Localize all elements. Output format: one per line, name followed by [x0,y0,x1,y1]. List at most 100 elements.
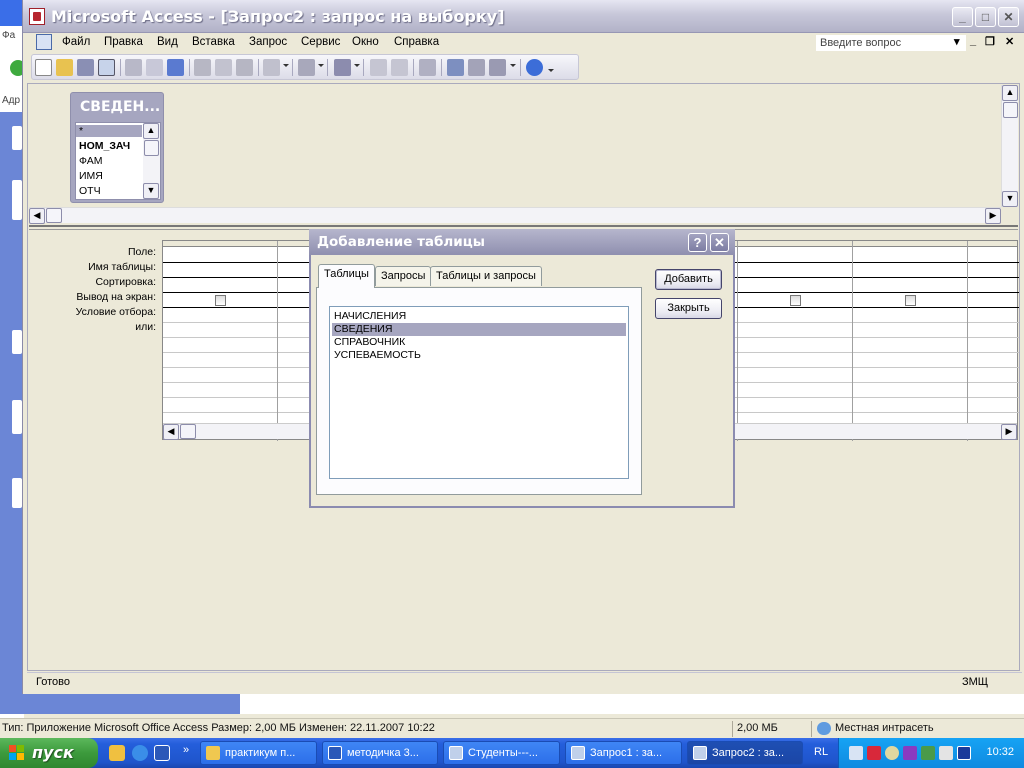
media-player-icon[interactable] [957,746,971,760]
task-button-active[interactable]: Запрос2 : за... [687,741,803,765]
explorer-file-menu-fragment[interactable]: Фа [2,30,15,41]
run-query-icon[interactable] [334,59,351,76]
help-icon[interactable] [526,59,543,76]
task-button[interactable]: методичка 3... [322,741,438,765]
dialog-help-button[interactable]: ? [688,233,707,252]
task-button[interactable]: Запрос1 : за... [565,741,682,765]
save-icon[interactable] [77,59,94,76]
minimize-button[interactable]: _ [952,7,973,27]
title-bar[interactable]: Microsoft Access - [Запрос2 : запрос на … [23,0,1024,33]
help-question-box[interactable]: Введите вопрос [816,35,966,51]
new-object-icon[interactable] [489,59,506,76]
tab-tables[interactable]: Таблицы [318,264,375,288]
print-icon[interactable] [125,59,142,76]
run-dropdown-icon[interactable] [354,64,360,67]
doc-minimize-button[interactable]: _ [970,35,976,47]
scroll-up-icon[interactable]: ▲ [143,123,159,139]
table-pane[interactable]: СВЕДЕН... * НОМ_ЗАЧ ФАМ ИМЯ ОТЧ ▲ ▼ ▲ ▼ … [29,85,1018,224]
table-item-nachisleniya[interactable]: НАЧИСЛЕНИЯ [332,310,626,323]
scroll-thumb[interactable] [180,424,196,439]
menu-file[interactable]: Файл [62,36,90,48]
add-button[interactable]: Добавить [655,269,722,290]
table-list[interactable]: НАЧИСЛЕНИЯ СВЕДЕНИЯ СПРАВОЧНИК УСПЕВАЕМО… [329,306,629,479]
show-checkbox[interactable] [905,295,916,306]
dialog-close-button[interactable]: ✕ [710,233,729,252]
scroll-thumb[interactable] [144,140,159,156]
show-checkbox[interactable] [790,295,801,306]
table-pane-vscrollbar[interactable]: ▲ ▼ [1001,85,1018,207]
doc-restore-button[interactable]: ❐ [985,35,995,48]
show-checkbox[interactable] [215,295,226,306]
table-item-svedeniya[interactable]: СВЕДЕНИЯ [332,323,626,336]
scroll-down-icon[interactable]: ▼ [1002,191,1018,207]
scroll-thumb[interactable] [46,208,62,223]
tray-app-icon[interactable] [939,746,953,760]
task-button[interactable]: Студенты---... [443,741,560,765]
print-preview-icon[interactable] [146,59,163,76]
menu-insert[interactable]: Вставка [192,36,235,48]
scroll-thumb[interactable] [1003,102,1018,118]
field-list-svedeniya[interactable]: СВЕДЕН... * НОМ_ЗАЧ ФАМ ИМЯ ОТЧ ▲ ▼ [70,92,164,203]
close-dialog-button[interactable]: Закрыть [655,298,722,319]
menu-window[interactable]: Окно [352,36,379,48]
tray-app-icon[interactable] [903,746,917,760]
table-pane-hscrollbar[interactable]: ◀ ▶ [29,207,1001,224]
field-item-all[interactable]: * [76,125,142,137]
field-list-scrollbar[interactable]: ▲ ▼ [143,123,160,199]
menu-query[interactable]: Запрос [249,36,287,48]
dialog-title-bar[interactable]: Добавление таблицы ? ✕ [309,229,735,255]
quicklaunch-word-icon[interactable] [154,745,170,761]
table-item-uspevaemost[interactable]: УСПЕВАЕМОСТЬ [332,349,626,362]
quicklaunch-clock-icon[interactable] [109,745,125,761]
tab-queries[interactable]: Запросы [375,266,432,286]
quicklaunch-ie-icon[interactable] [132,745,148,761]
copy-icon[interactable] [215,59,232,76]
field-item[interactable]: ОТЧ [79,185,101,197]
antivirus-icon[interactable] [867,746,881,760]
access-app-icon[interactable] [29,8,45,25]
scroll-down-icon[interactable]: ▼ [143,183,159,199]
doc-close-button[interactable]: ✕ [1005,35,1014,48]
menu-view[interactable]: Вид [157,36,178,48]
field-item[interactable]: ФАМ [79,155,103,167]
spelling-icon[interactable] [167,59,184,76]
scroll-right-icon[interactable]: ▶ [985,208,1001,224]
scroll-left-icon[interactable]: ◀ [163,424,179,440]
scroll-up-icon[interactable]: ▲ [1002,85,1018,101]
tray-app-icon[interactable] [885,746,899,760]
query-type-icon[interactable] [298,59,315,76]
scroll-left-icon[interactable]: ◀ [29,208,45,224]
language-indicator[interactable]: RL [814,746,828,758]
cut-icon[interactable] [194,59,211,76]
menu-help[interactable]: Справка [394,36,439,48]
quicklaunch-expand-icon[interactable]: » [183,744,189,756]
maximize-button[interactable]: □ [975,7,996,27]
menu-tools[interactable]: Сервис [301,36,340,48]
new-icon[interactable] [35,59,52,76]
show-table-icon[interactable] [370,59,387,76]
query-type-dropdown-icon[interactable] [318,64,324,67]
paste-icon[interactable] [236,59,253,76]
field-list-title[interactable]: СВЕДЕН... [80,99,160,115]
tab-tables-and-queries[interactable]: Таблицы и запросы [430,266,542,286]
field-item[interactable]: ИМЯ [79,170,103,182]
field-item-key[interactable]: НОМ_ЗАЧ [79,140,130,152]
database-window-icon[interactable] [468,59,485,76]
properties-icon[interactable] [419,59,436,76]
close-button[interactable]: ✕ [998,7,1019,27]
search-file-icon[interactable] [98,59,115,76]
build-icon[interactable] [447,59,464,76]
table-item-spravochnik[interactable]: СПРАВОЧНИК [332,336,626,349]
new-object-dropdown-icon[interactable] [510,64,516,67]
network-icon[interactable] [849,746,863,760]
menu-edit[interactable]: Правка [104,36,143,48]
document-icon[interactable] [36,34,52,50]
toolbar-options-icon[interactable] [548,69,554,72]
totals-icon[interactable] [391,59,408,76]
undo-icon[interactable] [263,59,280,76]
tray-app-icon[interactable] [921,746,935,760]
start-button[interactable]: пуск [0,738,98,768]
clock[interactable]: 10:32 [986,746,1014,758]
undo-dropdown-icon[interactable] [283,64,289,67]
task-button[interactable]: практикум п... [200,741,317,765]
